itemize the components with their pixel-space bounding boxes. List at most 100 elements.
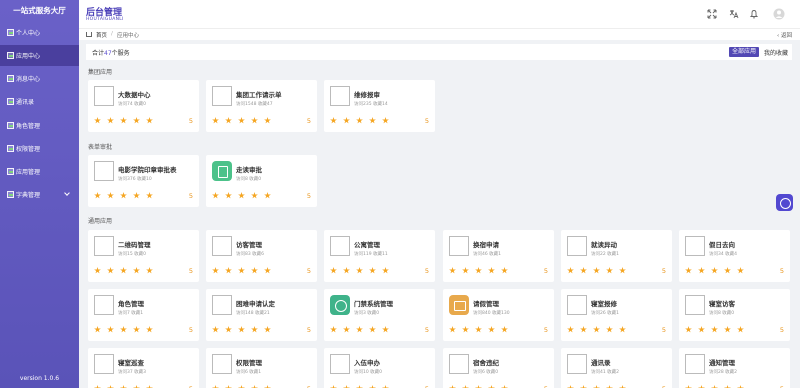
star-icon — [685, 267, 692, 274]
app-card[interactable]: 公寓管理 访问119 收藏11 5 — [324, 230, 435, 282]
star-icon — [107, 192, 114, 199]
all-apps-button[interactable]: 全部应用 — [728, 47, 759, 57]
star-icon — [343, 326, 350, 333]
star-icon — [251, 267, 258, 274]
rating-score: 5 — [306, 267, 311, 275]
app-card[interactable]: 集团工作请示单 访问1548 收藏47 5 — [206, 80, 317, 132]
app-stats: 访问8 收藏0 — [709, 311, 735, 316]
star-icon — [212, 267, 219, 274]
sidebar-item-app-management[interactable]: 应用管理 — [0, 161, 79, 182]
app-card[interactable]: 权限管理访问6 收藏15 — [206, 348, 317, 388]
sidebar-item-contacts[interactable]: 通讯录 — [0, 91, 79, 112]
app-stats: 访问840 收藏130 — [473, 311, 510, 316]
app-stats: 访问46 收藏1 — [473, 252, 502, 257]
app-card[interactable]: 走读审批 访问8 收藏0 5 — [206, 155, 317, 207]
star-icon — [107, 326, 114, 333]
sidebar-item-label: 个人中心 — [16, 30, 41, 37]
app-card[interactable]: 寝室报修访问26 收藏1 5 — [561, 289, 672, 341]
star-icon — [382, 267, 389, 274]
app-card[interactable]: 换宿申请 访问46 收藏1 5 — [443, 230, 554, 282]
app-card[interactable]: 二维码管理 访问15 收藏0 5 — [88, 230, 199, 282]
broken-image-icon — [685, 295, 705, 315]
app-card[interactable]: 就读异动 访问22 收藏1 5 — [561, 230, 672, 282]
rating-score: 5 — [306, 117, 311, 125]
star-icon — [369, 267, 376, 274]
star-icon — [369, 326, 376, 333]
translate-icon[interactable] — [729, 9, 739, 19]
app-stats: 访问6 收藏0 — [473, 370, 499, 375]
star-icon — [462, 267, 469, 274]
app-card[interactable]: 宿舍违纪访问6 收藏05 — [443, 348, 554, 388]
app-card[interactable]: 门禁系统管理 访问3 收藏0 5 — [324, 289, 435, 341]
app-icon — [212, 161, 232, 181]
settings-float-button[interactable] — [776, 194, 793, 211]
app-stats: 访问28 收藏2 — [709, 370, 738, 375]
app-card[interactable]: 寝室巡查访问37 收藏35 — [88, 348, 199, 388]
back-button[interactable]: ‹ 返回 — [777, 31, 792, 39]
sidebar-item-dictionary[interactable]: 字典管理 — [0, 184, 79, 205]
app-card[interactable]: 电影学院印章审批表 访问376 收藏10 5 — [88, 155, 199, 207]
star-icon — [225, 192, 232, 199]
app-name: 公寓管理 — [354, 241, 380, 249]
rating-score: 5 — [661, 326, 666, 334]
my-favorites-button[interactable]: 我的收藏 — [764, 48, 788, 57]
star-icon — [593, 267, 600, 274]
rating-stars — [212, 267, 277, 275]
rating-stars — [330, 117, 395, 125]
breadcrumb-home[interactable]: 首页 — [96, 31, 107, 39]
star-icon — [94, 326, 101, 333]
app-card[interactable]: 困难申请认定 访问148 收藏21 5 — [206, 289, 317, 341]
star-icon — [593, 326, 600, 333]
broken-image-icon — [94, 295, 114, 315]
app-card[interactable]: 通讯录访问41 收藏25 — [561, 348, 672, 388]
broken-image-icon — [567, 236, 587, 256]
rating-score: 5 — [424, 267, 429, 275]
app-stats: 访问376 收藏10 — [118, 177, 152, 182]
star-icon — [449, 267, 456, 274]
app-name: 集团工作请示单 — [236, 91, 282, 99]
star-icon — [580, 267, 587, 274]
star-icon — [698, 326, 705, 333]
sidebar-item-messages[interactable]: 消息中心 — [0, 68, 79, 89]
sidebar-item-apps[interactable]: 应用中心 — [0, 45, 79, 66]
sidebar-item-personal[interactable]: 个人中心 — [0, 22, 79, 43]
rating-stars — [567, 267, 632, 275]
app-stats: 访问41 收藏2 — [591, 370, 620, 375]
star-icon — [580, 326, 587, 333]
rating-stars — [567, 326, 632, 334]
rating-score: 5 — [543, 326, 548, 334]
app-name: 电影学院印章审批表 — [118, 166, 177, 174]
app-card[interactable]: 通知管理访问28 收藏25 — [679, 348, 790, 388]
star-icon — [606, 267, 613, 274]
app-name: 门禁系统管理 — [354, 300, 393, 308]
app-card[interactable]: 访客管理 访问83 收藏6 5 — [206, 230, 317, 282]
app-card[interactable]: 寝室访客 访问8 收藏0 5 — [679, 289, 790, 341]
star-icon — [356, 117, 363, 124]
app-name: 访客管理 — [236, 241, 262, 249]
rating-score: 5 — [779, 267, 784, 275]
service-count: 合计47个服务 — [92, 50, 130, 57]
star-icon — [146, 192, 153, 199]
sidebar-item-permissions[interactable]: 权限管理 — [0, 138, 79, 159]
app-card[interactable]: 角色管理 访问7 收藏1 5 — [88, 289, 199, 341]
app-card[interactable]: 大数据中心 访问74 收藏0 5 — [88, 80, 199, 132]
app-card[interactable]: 维修报审 访问235 收藏14 5 — [324, 80, 435, 132]
rating-stars — [449, 326, 514, 334]
star-icon — [212, 117, 219, 124]
app-stats: 访问10 收藏0 — [354, 370, 383, 375]
breadcrumb: 首页 / 应用中心 ‹ 返回 — [79, 28, 800, 40]
bell-icon[interactable] — [749, 9, 759, 19]
star-icon — [382, 326, 389, 333]
sidebar-item-roles[interactable]: 角色管理 — [0, 115, 79, 136]
app-card[interactable]: 请假管理 访问840 收藏130 5 — [443, 289, 554, 341]
app-card[interactable]: 入伍申办访问10 收藏05 — [324, 348, 435, 388]
rating-stars — [685, 326, 750, 334]
fullscreen-icon[interactable] — [707, 9, 717, 19]
summary-bar: 合计47个服务 全部应用 我的收藏 — [86, 44, 792, 60]
app-stats: 访问15 收藏0 — [118, 252, 147, 257]
app-stats: 访问26 收藏1 — [591, 311, 620, 316]
star-icon — [501, 267, 508, 274]
app-name: 寝室报修 — [591, 300, 617, 308]
app-card[interactable]: 假日去向 访问34 收藏4 5 — [679, 230, 790, 282]
user-icon[interactable] — [773, 8, 785, 20]
